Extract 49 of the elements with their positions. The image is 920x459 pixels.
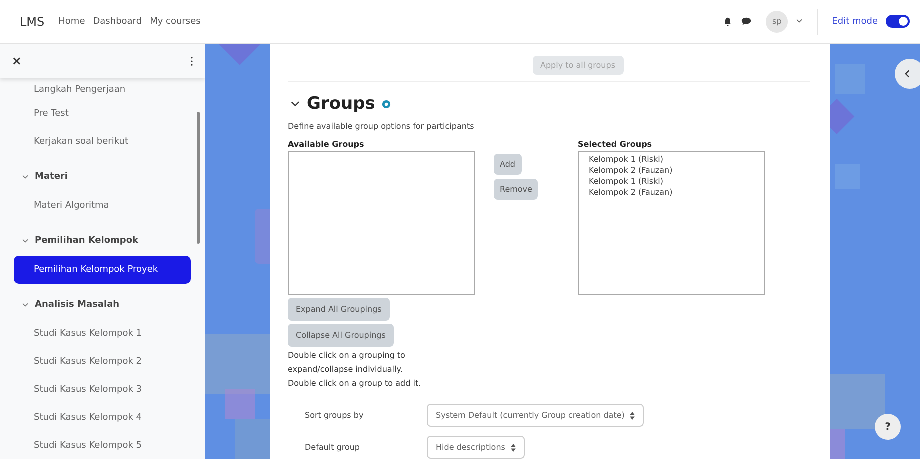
description-text: Define available group options for participants	[288, 122, 476, 131]
setting-label: Default group	[305, 443, 362, 452]
course-item[interactable]: Studi Kasus Kelompok 3	[14, 376, 191, 404]
sort-arrows-icon	[630, 412, 636, 420]
close-button[interactable]: ×	[12, 54, 22, 68]
setting-select[interactable]: System Default (currently Group creation date)	[427, 404, 644, 427]
add-button[interactable]: Add	[494, 154, 522, 175]
help-text: Double click on a group to add it.	[288, 378, 422, 390]
nav-link[interactable]: Dashboard	[93, 16, 142, 26]
course-item[interactable]: Langkah Pengerjaan	[14, 80, 191, 100]
caret-icon[interactable]	[796, 19, 804, 24]
course-item[interactable]: Kerjakan soal berikut	[14, 128, 191, 156]
setting-label: Sort groups by	[305, 411, 365, 420]
course-item[interactable]: Studi Kasus Kelompok 2	[14, 348, 191, 376]
edit-mode-toggle[interactable]	[886, 15, 910, 28]
course-item[interactable]: Pre Test	[14, 100, 191, 128]
user-avatar[interactable]: sp	[766, 10, 788, 32]
course-item[interactable]: Pemilihan Kelompok Proyek	[14, 256, 191, 284]
info-icon[interactable]	[382, 100, 392, 108]
sort-arrows-icon	[510, 444, 516, 452]
site-brand[interactable]: LMS	[20, 14, 45, 28]
selected-groups-label: Selected Groups	[578, 140, 654, 149]
chevron-left-icon[interactable]	[905, 70, 910, 78]
course-item[interactable]: Studi Kasus Kelompok 5	[14, 432, 191, 459]
chat-icon[interactable]	[741, 16, 752, 27]
course-item[interactable]: Materi Algoritma	[14, 192, 191, 220]
available-groups-label: Available Groups	[288, 140, 366, 149]
help-text: Double click on a grouping to	[288, 350, 406, 362]
course-item[interactable]: Studi Kasus Kelompok 1	[14, 320, 191, 348]
setting-select[interactable]: Hide descriptions	[427, 436, 525, 459]
help-text: expand/collapse individually.	[288, 364, 404, 376]
nav-link[interactable]: My courses	[150, 16, 201, 26]
edit-mode-label: Edit mode	[832, 16, 878, 26]
expand-all-button[interactable]: Expand All Groupings	[288, 298, 390, 321]
section-heading: Groups	[307, 94, 376, 114]
chevron-icon[interactable]	[291, 101, 300, 107]
group-option[interactable]: Kelompok 1 (Riski)	[589, 154, 764, 165]
collapse-all-button[interactable]: Collapse All Groupings	[288, 324, 394, 347]
course-item[interactable]: Studi Kasus Kelompok 4	[14, 404, 191, 432]
selected-groups-list[interactable]: Kelompok 1 (Riski) Kelompok 2 (Fauzan) Kelompok 1 (Riski) Kelompok 2 (Fauzan)	[578, 151, 765, 295]
bell-icon[interactable]	[723, 16, 734, 26]
group-option[interactable]: Kelompok 2 (Fauzan)	[589, 187, 764, 198]
nav-link[interactable]: Home	[58, 16, 86, 26]
section-title[interactable]: Pemilihan Kelompok	[35, 236, 139, 246]
group-option[interactable]: Kelompok 1 (Riski)	[589, 176, 764, 187]
section-title[interactable]: Materi	[35, 172, 68, 182]
remove-button[interactable]: Remove	[494, 179, 538, 200]
group-option[interactable]: Kelompok 2 (Fauzan)	[589, 165, 764, 176]
section-title[interactable]: Analisis Masalah	[35, 300, 120, 310]
